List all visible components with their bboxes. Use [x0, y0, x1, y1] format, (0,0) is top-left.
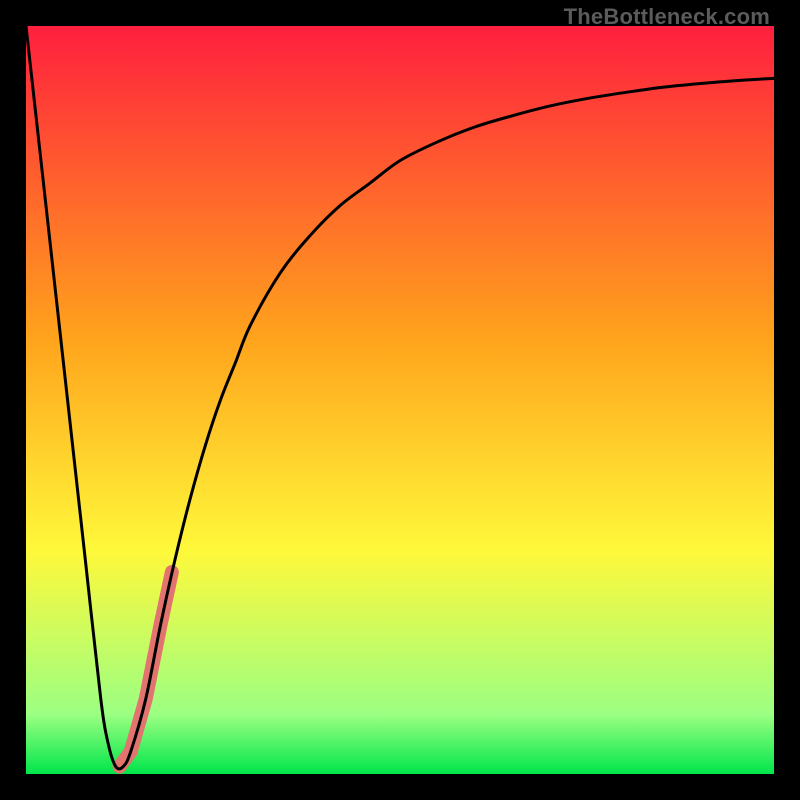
- gradient-background: [26, 26, 774, 774]
- chart-svg: [26, 26, 774, 774]
- outer-frame: TheBottleneck.com: [0, 0, 800, 800]
- plot-area: [26, 26, 774, 774]
